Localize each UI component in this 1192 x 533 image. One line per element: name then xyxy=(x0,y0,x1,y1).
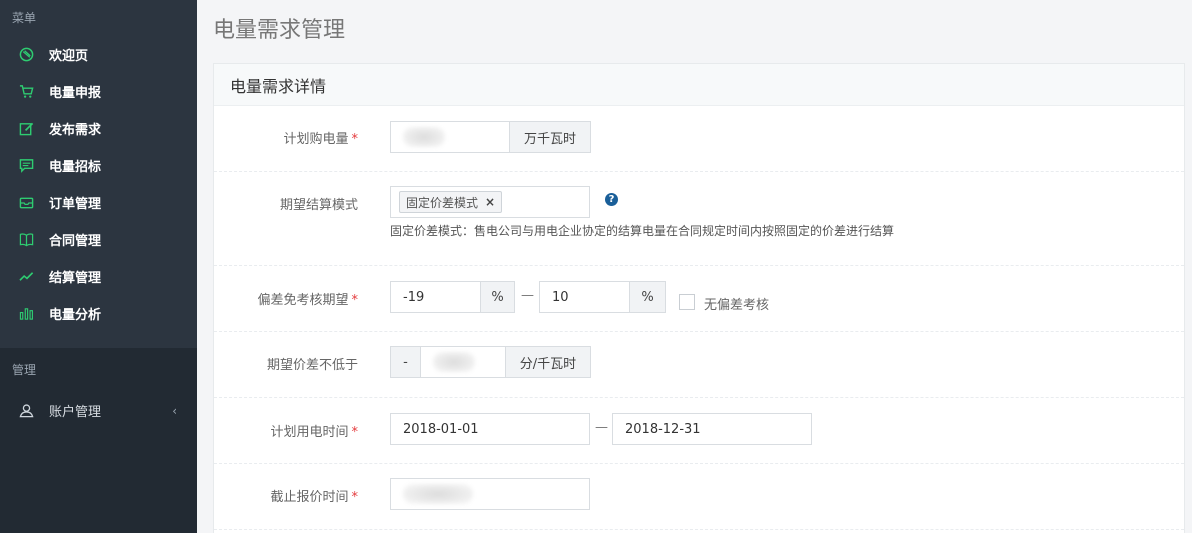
label-text: 计划用电时间 xyxy=(270,425,349,440)
cart-icon xyxy=(18,84,34,100)
label-text: 截止报价时间 xyxy=(270,490,349,505)
sidebar-item-settlement[interactable]: 结算管理 xyxy=(0,258,197,295)
sidebar-item-publish-demand[interactable]: 发布需求 xyxy=(0,110,197,147)
deadline-input[interactable] xyxy=(390,478,590,510)
sidebar: 菜单 欢迎页 电量申报 发布需求 电量招标 订单管理 合同管理 结算管理 电量分… xyxy=(0,0,197,533)
usage-period-label: 计划用电时间 * xyxy=(270,421,358,440)
edit-icon xyxy=(18,121,34,137)
settlement-mode-select[interactable]: 固定价差模式 × xyxy=(390,186,590,218)
deviation-min-input[interactable]: -19 xyxy=(390,281,481,313)
usage-end-date-input[interactable]: 2018-12-31 xyxy=(612,413,812,445)
required-mark: * xyxy=(351,490,359,505)
form-row-deadline: 截止报价时间 * xyxy=(214,463,1184,530)
menu-group-label: 菜单 xyxy=(12,11,37,25)
manage-group-label: 管理 xyxy=(12,363,37,377)
planned-power-label: 计划购电量 * xyxy=(283,128,358,147)
range-separator: — xyxy=(595,420,608,435)
form-row-deviation: 偏差免考核期望 * -19 % — 10 % 无偏差考核 xyxy=(214,265,1184,332)
welcome-icon xyxy=(18,47,34,63)
range-separator: — xyxy=(521,288,534,303)
redacted-value xyxy=(403,484,473,504)
sidebar-item-power-tender[interactable]: 电量招标 xyxy=(0,147,197,184)
required-mark: * xyxy=(351,132,359,147)
form-row-price-diff: 期望价差不低于 - 分/千瓦时 xyxy=(214,331,1184,398)
panel-title: 电量需求详情 xyxy=(214,64,1184,106)
deviation-label: 偏差免考核期望 * xyxy=(257,289,358,308)
book-icon xyxy=(18,232,34,248)
sidebar-item-welcome[interactable]: 欢迎页 xyxy=(0,36,197,73)
price-diff-unit: 分/千瓦时 xyxy=(505,346,591,378)
label-text: 计划购电量 xyxy=(283,132,349,147)
sidebar-item-label: 电量申报 xyxy=(49,86,102,101)
user-icon xyxy=(18,403,34,419)
required-mark: * xyxy=(351,425,359,440)
demand-detail-panel: 电量需求详情 计划购电量 * 万千瓦时 期望结算模式 固定价差模式 × ? 固定价… xyxy=(213,63,1185,533)
sidebar-item-power-declare[interactable]: 电量申报 xyxy=(0,73,197,110)
redacted-value xyxy=(433,352,475,372)
message-icon xyxy=(18,158,34,174)
price-diff-label: 期望价差不低于 xyxy=(266,358,358,373)
envelope-icon xyxy=(18,195,34,211)
form-row-settlement-mode: 期望结算模式 固定价差模式 × ? 固定价差模式：售电公司与用电企业协定的结算电… xyxy=(214,171,1184,266)
trend-icon xyxy=(18,269,34,285)
price-diff-prefix: - xyxy=(390,346,421,378)
bar-chart-icon xyxy=(18,306,34,322)
redacted-value xyxy=(403,127,445,147)
selected-tag: 固定价差模式 × xyxy=(399,191,503,213)
deviation-min-unit: % xyxy=(480,281,515,313)
form-row-planned-power: 计划购电量 * 万千瓦时 xyxy=(214,106,1184,172)
sidebar-item-label: 欢迎页 xyxy=(49,49,89,64)
label-text: 偏差免考核期望 xyxy=(257,293,349,308)
planned-power-unit: 万千瓦时 xyxy=(509,121,591,153)
deadline-label: 截止报价时间 * xyxy=(270,486,358,505)
sidebar-item-label: 合同管理 xyxy=(49,234,102,249)
sidebar-item-label: 账户管理 xyxy=(49,405,102,420)
sidebar-manage-section: 管理 账户管理 ‹ xyxy=(0,348,197,533)
sidebar-item-label: 订单管理 xyxy=(49,197,102,212)
sidebar-item-label: 发布需求 xyxy=(49,123,102,138)
required-mark: * xyxy=(351,293,359,308)
deviation-max-unit: % xyxy=(629,281,666,313)
form-row-usage-period: 计划用电时间 * 2018-01-01 — 2018-12-31 xyxy=(214,397,1184,464)
sidebar-item-label: 电量招标 xyxy=(49,160,102,175)
tag-label: 固定价差模式 xyxy=(406,195,479,210)
help-icon[interactable]: ? xyxy=(605,193,618,206)
sidebar-item-contracts[interactable]: 合同管理 xyxy=(0,221,197,258)
settlement-mode-hint: 固定价差模式：售电公司与用电企业协定的结算电量在合同规定时间内按照固定的价差进行… xyxy=(390,224,895,238)
main-content: 电量需求管理 电量需求详情 计划购电量 * 万千瓦时 期望结算模式 固定价差模式 … xyxy=(197,0,1192,533)
page-title: 电量需求管理 xyxy=(213,18,346,43)
sidebar-item-account[interactable]: 账户管理 ‹ xyxy=(0,392,197,429)
chevron-left-icon: ‹ xyxy=(172,403,177,418)
usage-start-date-input[interactable]: 2018-01-01 xyxy=(390,413,590,445)
no-deviation-label[interactable]: 无偏差考核 xyxy=(704,294,769,313)
no-deviation-checkbox[interactable] xyxy=(679,294,695,310)
sidebar-item-label: 电量分析 xyxy=(49,308,102,323)
deviation-max-input[interactable]: 10 xyxy=(539,281,630,313)
planned-power-input[interactable] xyxy=(390,121,510,153)
sidebar-item-label: 结算管理 xyxy=(49,271,102,286)
sidebar-item-orders[interactable]: 订单管理 xyxy=(0,184,197,221)
sidebar-item-power-analysis[interactable]: 电量分析 xyxy=(0,295,197,332)
remove-tag-icon[interactable]: × xyxy=(485,195,495,209)
price-diff-input[interactable] xyxy=(420,346,506,378)
settlement-mode-label: 期望结算模式 xyxy=(279,198,358,213)
